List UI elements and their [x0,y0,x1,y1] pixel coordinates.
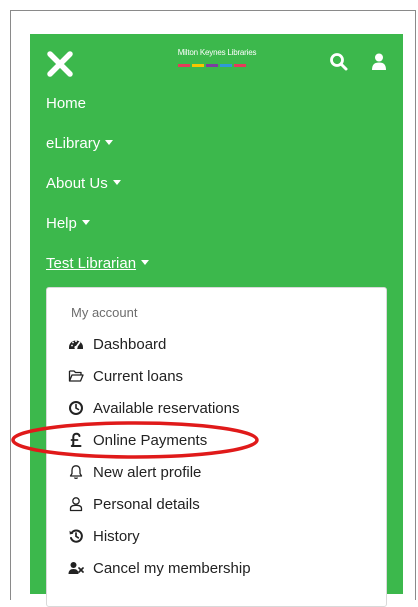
menu-item-online-payments[interactable]: Online Payments [61,425,381,455]
logo-stripes [178,64,246,67]
caret-down-icon [105,140,114,145]
bell-icon [68,464,84,480]
menu-item-label: History [93,527,140,545]
dashboard-icon [68,336,84,352]
menu-item-label: New alert profile [93,463,202,481]
logo-text: Milton Keynes Libraries [177,48,257,57]
user-remove-icon [68,560,84,576]
caret-down-icon [141,260,150,265]
account-dropdown: My account Dashboard Current loans Avail… [46,287,387,607]
mobile-nav-panel: Milton Keynes Libraries Home eLibrary Ab [30,34,403,607]
pound-icon [68,432,84,448]
nav-help-label: Help [46,215,77,232]
top-bar: Milton Keynes Libraries [30,34,403,90]
clock-icon [68,400,84,416]
menu-item-label: Cancel my membership [93,559,251,577]
menu-item-dashboard[interactable]: Dashboard [61,329,381,359]
caret-down-icon [81,220,90,225]
user-icon[interactable] [368,51,390,73]
caret-down-icon [112,180,121,185]
search-icon[interactable] [328,51,350,73]
person-icon [68,496,84,512]
menu-item-label: Available reservations [93,399,240,417]
menu-item-new-alert-profile[interactable]: New alert profile [61,457,381,487]
menu-item-label: Current loans [93,367,184,385]
nav-help[interactable]: Help [46,214,90,234]
nav-home[interactable]: Home [46,94,86,114]
close-icon[interactable] [46,50,74,78]
nav-about-us[interactable]: About Us [46,174,121,194]
menu-item-current-loans[interactable]: Current loans [61,361,381,391]
menu-item-cancel-membership[interactable]: Cancel my membership [61,553,381,583]
menu-item-label: Dashboard [93,335,167,353]
folder-open-icon [68,368,84,384]
menu-item-personal-details[interactable]: Personal details [61,489,381,519]
site-logo[interactable]: Milton Keynes Libraries [176,48,258,72]
menu-item-available-reservations[interactable]: Available reservations [61,393,381,423]
menu-item-label: Online Payments [93,431,208,449]
history-icon [68,528,84,544]
nav-elibrary-label: eLibrary [46,135,101,152]
nav-user-account[interactable]: Test Librarian [46,254,150,274]
dropdown-heading: My account [71,305,138,320]
nav-elibrary[interactable]: eLibrary [46,134,114,154]
menu-item-label: Personal details [93,495,200,513]
nav-user-label: Test Librarian [46,255,137,272]
nav-about-label: About Us [46,175,108,192]
menu-item-history[interactable]: History [61,521,381,551]
